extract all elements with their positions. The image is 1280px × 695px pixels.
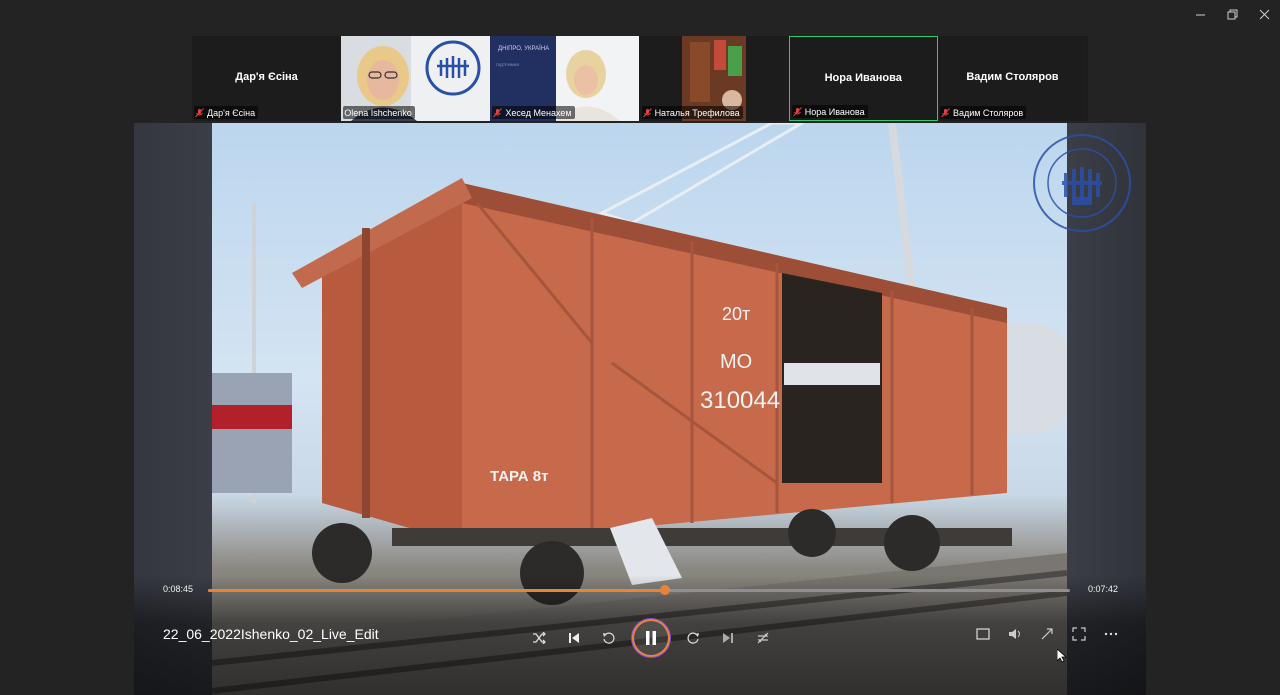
participant-name: Вадим Столяров: [966, 71, 1059, 83]
current-time: 0:08:45: [163, 584, 194, 594]
seek-bar[interactable]: [208, 585, 1070, 595]
participant-nametag: Наталья Трефилова: [641, 106, 743, 119]
participant-tile[interactable]: Наталья Трефилова: [639, 36, 789, 121]
shuffle-button[interactable]: [529, 628, 549, 648]
pause-icon: [646, 631, 656, 645]
svg-text:ДНІПРО, УКРАЇНА: ДНІПРО, УКРАЇНА: [498, 45, 549, 52]
seek-handle[interactable]: [659, 585, 670, 595]
pause-button[interactable]: [634, 621, 668, 655]
participant-label: Нора Иванова: [804, 106, 865, 117]
miniplayer-button[interactable]: [974, 625, 992, 643]
fullscreen-icon: [1072, 627, 1086, 641]
expand-diagonal-icon: [1041, 628, 1053, 640]
previous-icon: [569, 633, 579, 643]
rewind-icon: [603, 632, 615, 644]
repeat-off-icon: [757, 632, 769, 644]
participant-label: Наталья Трефилова: [654, 107, 740, 118]
close-button[interactable]: [1248, 0, 1280, 28]
volume-icon: [1009, 629, 1020, 639]
mic-muted-icon: [792, 106, 802, 116]
repeat-off-button[interactable]: [753, 628, 773, 648]
restore-button[interactable]: [1216, 0, 1248, 28]
volume-button[interactable]: [1006, 625, 1024, 643]
next-button[interactable]: [718, 628, 738, 648]
participant-label: Хесед Менахем: [505, 107, 572, 118]
participant-tile[interactable]: ДНІПРО, УКРАЇНА ПІДТРИМКИ Хесед Менахем: [490, 36, 640, 121]
shared-screen[interactable]: 20т МО 310044 ТАРА 8т 0:08:45 0:07:42 22…: [134, 123, 1146, 695]
video-title: 22_06_2022Ishenko_02_Live_Edit: [163, 626, 379, 642]
participant-name: Нора Иванова: [824, 72, 902, 84]
mic-muted-icon: [642, 107, 652, 117]
participant-tile[interactable]: Вадим Столяров Вадим Столяров: [937, 36, 1087, 121]
cast-button[interactable]: [1038, 625, 1056, 643]
minimize-icon: [1195, 14, 1205, 15]
participant-tile[interactable]: Olena Ishchenko: [341, 36, 491, 121]
participant-name: Дар'я Єсіна: [235, 71, 298, 83]
participant-label: Дар'я Єсіна: [207, 107, 256, 118]
seek-progress: [208, 589, 665, 592]
forward-icon: [687, 632, 699, 644]
participant-strip: Дар'я Єсіна Дар'я Єсіна Olena Ishchenko …: [192, 36, 1088, 121]
svg-text:ПІДТРИМКИ: ПІДТРИМКИ: [496, 62, 519, 67]
restore-icon: [1227, 9, 1237, 19]
total-time: 0:07:42: [1087, 584, 1118, 594]
participant-tile[interactable]: Дар'я Єсіна Дар'я Єсіна: [192, 36, 341, 121]
previous-button[interactable]: [564, 628, 584, 648]
playback-controls: [529, 621, 773, 655]
mic-muted-icon: [195, 107, 204, 117]
forward-30-button[interactable]: [683, 628, 703, 648]
mic-muted-icon: [941, 107, 950, 117]
miniplayer-icon: [976, 628, 990, 640]
fullscreen-button[interactable]: [1070, 625, 1088, 643]
participant-label: Olena Ishchenko: [344, 107, 412, 118]
player-right-controls: [974, 625, 1120, 643]
boxcar-tare: ТАРА 8т: [490, 468, 548, 485]
organization-logo-watermark: [1033, 134, 1131, 232]
more-icon: [1104, 632, 1118, 636]
boxcar-number: 310044: [700, 387, 780, 414]
boxcar-capacity: 20т: [722, 304, 750, 324]
participant-label: Вадим Столяров: [952, 107, 1024, 118]
close-icon: [1259, 9, 1269, 19]
mouse-cursor-icon: [1057, 649, 1067, 663]
participant-nametag: Хесед Менахем: [492, 106, 575, 119]
rewind-10-button[interactable]: [599, 628, 619, 648]
participant-tile-speaking[interactable]: Нора Иванова Нора Иванова: [788, 36, 938, 121]
participant-nametag: Olena Ishchenko: [343, 106, 415, 119]
shuffle-icon: [533, 632, 546, 644]
participant-nametag: Нора Иванова: [791, 105, 868, 118]
mic-muted-icon: [493, 107, 503, 117]
boxcar-series: МО: [720, 351, 752, 373]
minimize-button[interactable]: [1184, 0, 1216, 28]
next-icon: [723, 633, 733, 643]
window-controls: [1184, 0, 1280, 28]
video-player-controls: 0:08:45 0:07:42 22_06_2022Ishenko_02_Liv…: [134, 575, 1146, 695]
more-options-button[interactable]: [1102, 625, 1120, 643]
participant-nametag: Дар'я Єсіна: [194, 106, 259, 119]
participant-nametag: Вадим Столяров: [939, 106, 1027, 119]
